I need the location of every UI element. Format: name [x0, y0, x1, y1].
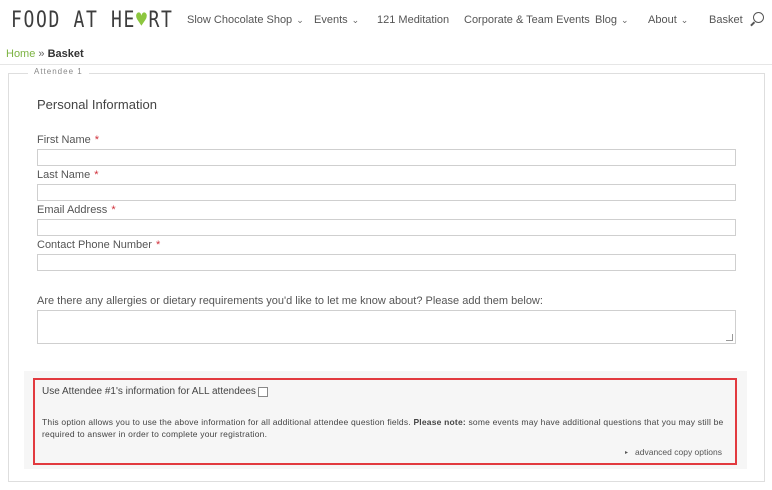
- section-title: Personal Information: [37, 97, 157, 112]
- copy-info-note: This option allows you to use the above …: [42, 416, 726, 440]
- copy-all-attendees-checkbox[interactable]: [258, 387, 268, 397]
- first-name-field[interactable]: [37, 149, 736, 166]
- chevron-down-icon: ⌄: [296, 15, 304, 25]
- logo-text-start: FOOD AT HE: [11, 8, 137, 33]
- copy-all-attendees-label: Use Attendee #1's information for ALL at…: [42, 386, 256, 397]
- chevron-down-icon: ⌄: [621, 15, 629, 25]
- nav-label: Blog: [595, 14, 618, 26]
- allergies-textarea[interactable]: [37, 310, 736, 344]
- logo-heart-icon: ♥: [136, 8, 149, 33]
- nav-item-about[interactable]: About ⌄: [648, 14, 688, 26]
- nav-item-blog[interactable]: Blog ⌄: [595, 14, 629, 26]
- nav-item-events[interactable]: Events ⌄: [314, 14, 359, 26]
- first-name-label: First Name *: [37, 134, 99, 146]
- phone-label: Contact Phone Number *: [37, 239, 160, 251]
- advanced-copy-options-link[interactable]: ▸ advanced copy options: [625, 447, 722, 457]
- search-icon[interactable]: [753, 12, 764, 23]
- label-text: First Name: [37, 134, 91, 146]
- label-text: Contact Phone Number: [37, 239, 152, 251]
- resize-handle-icon[interactable]: [726, 334, 733, 341]
- breadcrumb-separator: »: [35, 48, 48, 60]
- phone-field[interactable]: [37, 254, 736, 271]
- breadcrumb-current: Basket: [47, 48, 84, 60]
- last-name-field[interactable]: [37, 184, 736, 201]
- breadcrumb-home-link[interactable]: Home: [6, 48, 35, 60]
- nav-label: Slow Chocolate Shop: [187, 14, 293, 26]
- nav-label: About: [648, 14, 677, 26]
- nav-item-slow-chocolate-shop[interactable]: Slow Chocolate Shop ⌄: [187, 14, 304, 26]
- nav-label: Corporate & Team Events: [464, 14, 590, 26]
- required-mark: *: [94, 134, 100, 146]
- chevron-down-icon: ⌄: [680, 15, 689, 25]
- note-text: This option allows you to use the above …: [42, 417, 414, 427]
- required-mark: *: [155, 239, 161, 251]
- last-name-label: Last Name *: [37, 169, 98, 181]
- email-field[interactable]: [37, 219, 736, 236]
- attendee-legend: Attendee 1: [28, 67, 89, 76]
- legend-line: [18, 73, 28, 74]
- site-logo[interactable]: FOOD AT HE♥RT: [11, 8, 174, 33]
- breadcrumb: Home » Basket: [6, 48, 84, 60]
- label-text: Last Name: [37, 169, 91, 181]
- nav-label: Events: [314, 14, 348, 26]
- nav-label: 121 Meditation: [377, 14, 450, 26]
- nav-item-basket[interactable]: Basket: [709, 14, 743, 26]
- header-divider: [0, 64, 772, 65]
- link-text: advanced copy options: [635, 447, 722, 457]
- chevron-down-icon: ⌄: [351, 15, 360, 25]
- nav-label: Basket: [709, 14, 743, 26]
- site-header: FOOD AT HE♥RT Slow Chocolate Shop ⌄ Event…: [0, 0, 772, 44]
- required-mark: *: [94, 169, 99, 181]
- allergies-label: Are there any allergies or dietary requi…: [37, 295, 543, 307]
- bullet-icon: ▸: [625, 450, 629, 456]
- nav-item-121-meditation[interactable]: 121 Meditation: [377, 14, 449, 26]
- note-bold: Please note:: [413, 417, 466, 427]
- label-text: Email Address: [37, 204, 108, 216]
- email-label: Email Address *: [37, 204, 116, 216]
- required-mark: *: [111, 204, 116, 216]
- nav-item-corporate-team-events[interactable]: Corporate & Team Events: [464, 14, 590, 26]
- logo-text-end: RT: [148, 8, 174, 33]
